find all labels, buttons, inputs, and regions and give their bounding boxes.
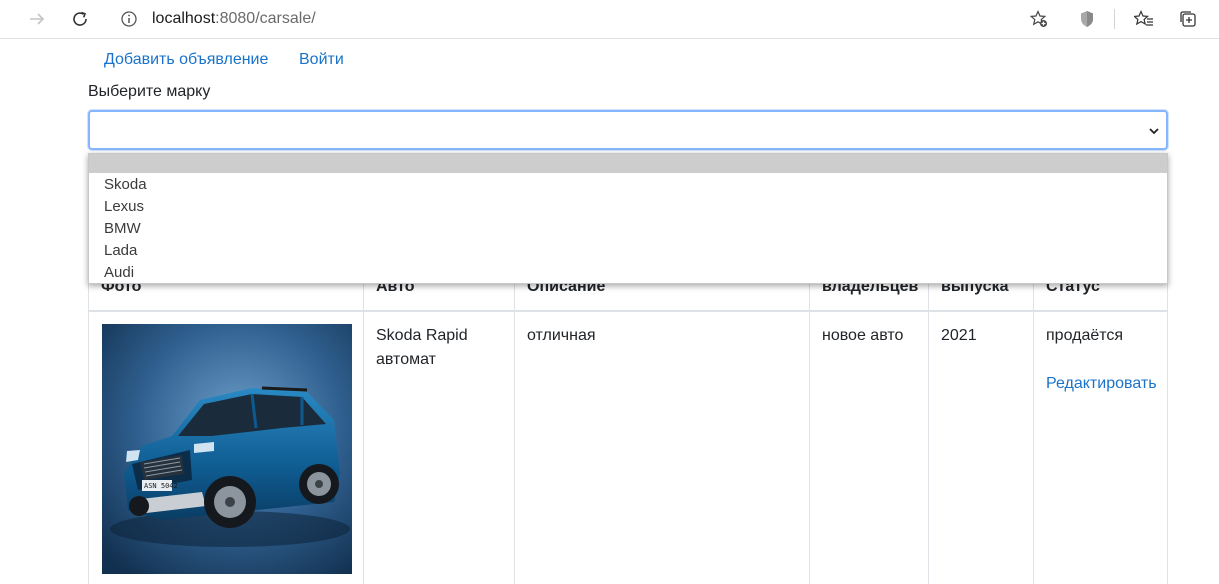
- brand-select-label: Выберите марку: [88, 83, 211, 100]
- favorites-icon[interactable]: [1131, 7, 1157, 31]
- listings-table: Фото Авто Описание владельцев выпуска Ст…: [88, 262, 1168, 584]
- option-lexus[interactable]: Lexus: [89, 196, 1167, 218]
- car-model: Skoda Rapid: [376, 327, 468, 344]
- license-plate-text: ASN 5042: [144, 482, 178, 490]
- url-text: localhost:8080/carsale/: [152, 10, 316, 28]
- car-photo: ASN 5042: [102, 324, 352, 574]
- column-divider: [514, 262, 515, 584]
- brand-options-list: Skoda Lexus BMW Lada Audi: [88, 153, 1168, 284]
- car-description: отличная: [527, 327, 596, 344]
- car-transmission: автомат: [376, 351, 436, 368]
- collections-icon[interactable]: [1175, 7, 1201, 31]
- add-listing-link[interactable]: Добавить объявление: [104, 50, 268, 70]
- option-audi[interactable]: Audi: [89, 262, 1167, 284]
- column-divider: [363, 262, 364, 584]
- shield-icon[interactable]: [1074, 7, 1100, 31]
- car-year: 2021: [941, 327, 977, 344]
- column-divider: [809, 262, 810, 584]
- login-link[interactable]: Войти: [299, 50, 344, 70]
- car-status: продаётся: [1046, 327, 1124, 344]
- option-empty[interactable]: [89, 154, 1167, 173]
- url-host: localhost: [152, 10, 216, 27]
- brand-select[interactable]: [88, 110, 1168, 150]
- add-favorite-icon[interactable]: [1029, 10, 1048, 33]
- column-divider: [1033, 262, 1034, 584]
- toolbar-divider: [1114, 9, 1115, 29]
- option-skoda[interactable]: Skoda: [89, 174, 1167, 196]
- info-icon[interactable]: [121, 11, 137, 32]
- column-divider: [928, 262, 929, 584]
- url-path: :8080/carsale/: [215, 10, 316, 27]
- option-bmw[interactable]: BMW: [89, 218, 1167, 240]
- forward-icon[interactable]: [24, 7, 50, 31]
- reload-icon[interactable]: [67, 7, 93, 31]
- address-bar[interactable]: localhost:8080/carsale/: [107, 4, 1060, 34]
- edit-link[interactable]: Редактировать: [1046, 375, 1157, 392]
- chevron-down-icon: [1148, 124, 1160, 142]
- option-lada[interactable]: Lada: [89, 240, 1167, 262]
- car-owners: новое авто: [822, 327, 904, 344]
- browser-toolbar: localhost:8080/carsale/: [0, 0, 1219, 39]
